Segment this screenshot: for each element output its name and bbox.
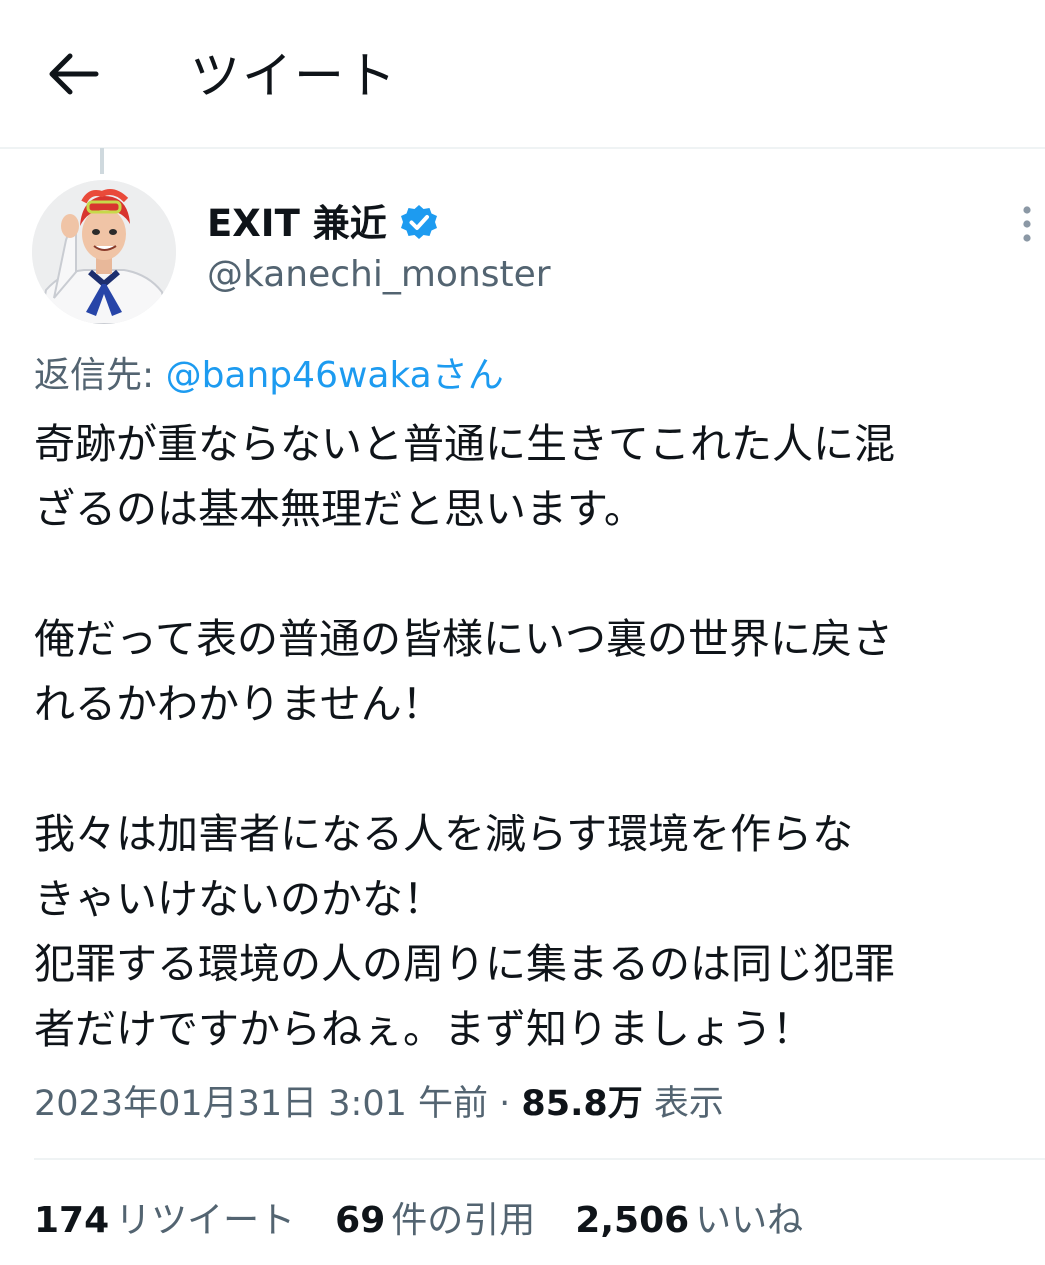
tweet-text-line: 奇跡が重ならないと普通に生きてこれた人に混 xyxy=(34,420,895,468)
top-bar: ツイート xyxy=(0,0,1045,148)
views-label: 表示 xyxy=(642,1084,724,1124)
reply-to-line: 返信先: @banp46wakaさん xyxy=(34,350,504,402)
arrow-left-icon xyxy=(49,53,99,95)
more-options-button[interactable] xyxy=(1012,202,1042,246)
tweet-text-line: 犯罪する環境の人の周りに集まるのは同じ犯罪 xyxy=(34,940,895,988)
views-count: 85.8万 xyxy=(521,1084,643,1124)
avatar[interactable] xyxy=(32,180,176,324)
tweet-text: 奇跡が重ならないと普通に生きてこれた人に混 ざるのは基本無理だと思います。 俺だ… xyxy=(34,412,1042,1062)
engagement-stats: 174 リツイート 69 件の引用 2,506 いいね xyxy=(34,1195,843,1247)
page-title: ツイート xyxy=(190,47,398,105)
tweet-text-line xyxy=(34,542,1042,607)
quotes-stat[interactable]: 69 件の引用 xyxy=(335,1195,535,1247)
thread-connector-line xyxy=(100,148,104,174)
tweet-text-line: 我々は加害者になる人を減らす環境を作らな xyxy=(34,810,854,858)
header-divider xyxy=(0,147,1045,149)
tweet-text-line: れるかわかりません！ xyxy=(34,680,443,728)
avatar-image xyxy=(32,180,176,324)
more-vertical-icon xyxy=(1023,206,1031,242)
tweet-text-line: きゃいけないのかな！ xyxy=(34,875,444,923)
timestamp[interactable]: 2023年01月31日 3:01 午前 xyxy=(34,1084,488,1124)
user-handle[interactable]: @kanechi_monster xyxy=(207,250,551,300)
back-button[interactable] xyxy=(44,44,104,104)
tweet-text-line: ざるのは基本無理だと思います。 xyxy=(34,485,645,533)
quotes-label: 件の引用 xyxy=(391,1200,536,1241)
retweets-count: 174 xyxy=(34,1200,110,1241)
tweet-text-line xyxy=(34,737,1042,802)
reply-to-user-link[interactable]: @banp46wakaさん xyxy=(166,355,504,396)
tweet-meta: 2023年01月31日 3:01 午前 · 85.8万 表示 xyxy=(34,1078,724,1130)
tweet-text-line: 俺だって表の普通の皆様にいつ裏の世界に戻さ xyxy=(34,615,893,663)
retweets-stat[interactable]: 174 リツイート xyxy=(34,1195,295,1247)
reply-to-prefix: 返信先: xyxy=(34,355,166,396)
retweets-label: リツイート xyxy=(115,1200,296,1241)
verified-badge-icon xyxy=(401,205,437,239)
meta-separator: · xyxy=(488,1084,522,1124)
tweet-text-line: 者だけですからねぇ。まず知りましょう！ xyxy=(34,1005,813,1053)
quotes-count: 69 xyxy=(335,1200,386,1241)
likes-count: 2,506 xyxy=(575,1200,690,1241)
meta-divider xyxy=(34,1158,1045,1160)
likes-stat[interactable]: 2,506 いいね xyxy=(575,1195,803,1247)
display-name[interactable]: EXIT 兼近 xyxy=(207,198,387,250)
likes-label: いいね xyxy=(695,1200,804,1241)
